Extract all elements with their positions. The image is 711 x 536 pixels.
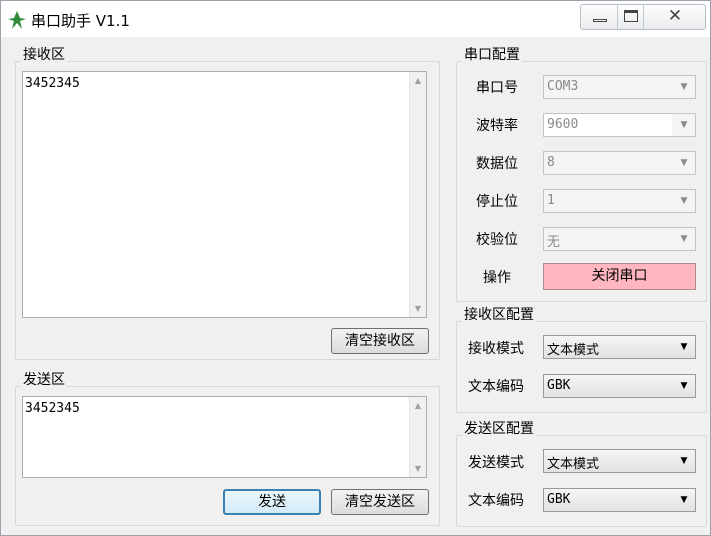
send-mode-label: 发送模式 <box>468 455 524 471</box>
receive-config-title: 接收区配置 <box>462 304 536 324</box>
receive-group-title: 接收区 <box>21 44 67 64</box>
send-config-title: 发送区配置 <box>462 418 536 438</box>
parity-label: 校验位 <box>476 232 518 248</box>
minimize-icon <box>593 19 607 22</box>
baud-select[interactable]: 9600 ▼ <box>543 113 696 137</box>
stopbits-select[interactable]: 1 ▼ <box>543 189 696 213</box>
receive-scrollbar[interactable]: ▲ ▼ <box>409 72 426 317</box>
receive-mode-select[interactable]: 文本模式 ▼ <box>543 335 696 359</box>
databits-select[interactable]: 8 ▼ <box>543 151 696 175</box>
chevron-down-icon: ▼ <box>680 342 688 352</box>
scroll-down-icon[interactable]: ▼ <box>410 460 426 477</box>
close-icon: ✕ <box>667 6 683 26</box>
baud-label: 波特率 <box>476 118 518 134</box>
maximize-button[interactable] <box>617 5 644 29</box>
receive-encoding-select[interactable]: GBK ▼ <box>543 374 696 398</box>
chevron-down-icon: ▼ <box>680 495 688 505</box>
send-mode-select[interactable]: 文本模式 ▼ <box>543 449 696 473</box>
send-mode-value: 文本模式 <box>547 457 600 472</box>
chevron-down-icon: ▼ <box>680 196 688 206</box>
receive-encoding-label: 文本编码 <box>468 379 524 395</box>
port-value: COM3 <box>547 79 579 94</box>
receive-textarea[interactable]: 3452345 ▲ ▼ <box>22 71 427 318</box>
baud-value: 9600 <box>547 117 579 132</box>
port-label: 串口号 <box>476 80 518 96</box>
chevron-down-icon: ▼ <box>680 234 688 244</box>
parity-select[interactable]: 无 ▼ <box>543 227 696 251</box>
maximize-icon <box>624 10 638 22</box>
receive-mode-value: 文本模式 <box>547 343 600 358</box>
send-scrollbar[interactable]: ▲ ▼ <box>409 397 426 477</box>
stopbits-value: 1 <box>547 193 555 208</box>
receive-encoding-value: GBK <box>547 378 571 393</box>
send-textarea[interactable]: 3452345 ▲ ▼ <box>22 396 427 478</box>
scroll-up-icon[interactable]: ▲ <box>410 397 426 414</box>
parity-value: 无 <box>547 235 561 250</box>
serial-config-title: 串口配置 <box>462 44 522 64</box>
operation-label: 操作 <box>483 270 511 286</box>
title-bar[interactable]: 串口助手 V1.1 ✕ <box>1 1 710 37</box>
send-text: 3452345 <box>25 401 80 416</box>
send-group-title: 发送区 <box>21 369 67 389</box>
databits-value: 8 <box>547 155 555 170</box>
close-button[interactable]: ✕ <box>643 5 706 29</box>
window-title: 串口助手 V1.1 <box>31 12 130 30</box>
minimize-button[interactable] <box>581 5 617 29</box>
chevron-down-icon: ▼ <box>680 158 688 168</box>
toggle-port-button[interactable]: 关闭串口 <box>543 263 696 290</box>
clear-send-button[interactable]: 清空发送区 <box>331 489 429 515</box>
scroll-up-icon[interactable]: ▲ <box>410 72 426 89</box>
app-window: 串口助手 V1.1 ✕ 接收区 3452345 ▲ ▼ 清空接收区 发送区 34… <box>0 0 711 536</box>
port-select[interactable]: COM3 ▼ <box>543 75 696 99</box>
receive-text: 3452345 <box>25 76 80 91</box>
chevron-down-icon: ▼ <box>680 82 688 92</box>
scroll-down-icon[interactable]: ▼ <box>410 300 426 317</box>
chevron-down-icon: ▼ <box>680 120 688 130</box>
send-encoding-label: 文本编码 <box>468 493 524 509</box>
chevron-down-icon: ▼ <box>680 456 688 466</box>
databits-label: 数据位 <box>476 156 518 172</box>
receive-mode-label: 接收模式 <box>468 341 524 357</box>
send-button[interactable]: 发送 <box>223 489 321 515</box>
app-logo-icon <box>8 11 26 29</box>
clear-receive-button[interactable]: 清空接收区 <box>331 328 429 354</box>
window-controls: ✕ <box>580 4 706 30</box>
stopbits-label: 停止位 <box>476 194 518 210</box>
send-encoding-value: GBK <box>547 492 571 507</box>
chevron-down-icon: ▼ <box>680 381 688 391</box>
send-encoding-select[interactable]: GBK ▼ <box>543 488 696 512</box>
